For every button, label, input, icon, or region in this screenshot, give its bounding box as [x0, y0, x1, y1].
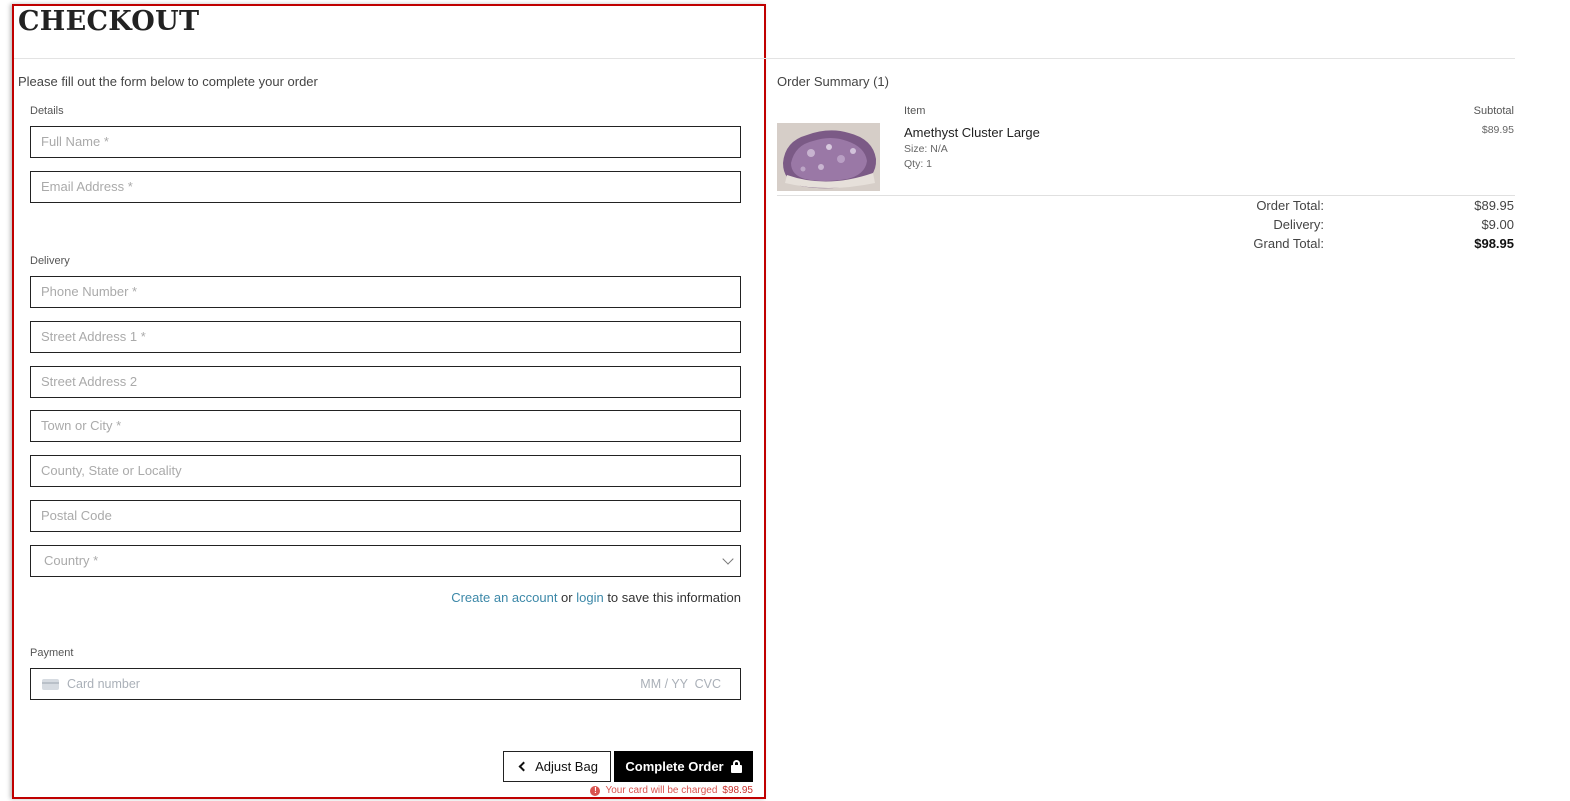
- street-address-1-input[interactable]: Street Address 1 *: [30, 321, 741, 353]
- chevron-down-icon: [722, 553, 734, 565]
- complete-order-label: Complete Order: [625, 759, 724, 774]
- country-select-value: Country *: [44, 553, 99, 568]
- save-info-suffix: to save this information: [603, 590, 741, 605]
- create-account-link[interactable]: Create an account: [451, 590, 557, 605]
- page-title: CHECKOUT: [18, 6, 200, 37]
- charge-amount: $98.95: [722, 785, 753, 796]
- grand-total-value: $98.95: [1474, 236, 1514, 251]
- county-input[interactable]: County, State or Locality: [30, 455, 741, 487]
- product-image: [777, 123, 880, 191]
- card-cvc-input[interactable]: CVC: [695, 669, 721, 699]
- order-total-label: Order Total:: [1256, 198, 1324, 213]
- complete-order-button[interactable]: Complete Order: [614, 751, 753, 782]
- checkout-intro-text: Please fill out the form below to comple…: [18, 74, 318, 89]
- grand-total-label: Grand Total:: [1253, 236, 1324, 251]
- product-subtotal: $89.95: [1481, 124, 1514, 136]
- column-header-subtotal: Subtotal: [1473, 105, 1514, 117]
- card-expiry-input[interactable]: MM / YY: [640, 669, 688, 699]
- summary-divider: [777, 195, 1515, 196]
- credit-card-icon: [42, 679, 59, 690]
- town-city-input[interactable]: Town or City *: [30, 410, 741, 442]
- header-divider: [14, 58, 1515, 59]
- card-element[interactable]: Card number MM / YY CVC: [30, 668, 741, 700]
- chevron-left-icon: [518, 761, 529, 772]
- payment-section-label: Payment: [30, 647, 74, 659]
- column-header-item: Item: [904, 105, 926, 117]
- phone-input[interactable]: Phone Number *: [30, 276, 741, 308]
- product-qty: Qty: 1: [904, 158, 933, 170]
- product-size: Size: N/A: [904, 143, 948, 155]
- charge-warning-text: Your card will be charged: [605, 785, 718, 796]
- details-section-label: Details: [30, 105, 64, 117]
- delivery-cost-label: Delivery:: [1273, 217, 1324, 232]
- login-link[interactable]: login: [576, 590, 603, 605]
- postal-code-input[interactable]: Postal Code: [30, 500, 741, 532]
- street-address-2-input[interactable]: Street Address 2: [30, 366, 741, 398]
- full-name-input[interactable]: Full Name *: [30, 126, 741, 158]
- alert-icon: !: [590, 785, 601, 796]
- order-total-value: $89.95: [1474, 198, 1514, 213]
- delivery-section-label: Delivery: [30, 255, 70, 267]
- card-number-input[interactable]: Card number: [67, 669, 140, 699]
- lock-icon: [730, 760, 742, 773]
- product-name: Amethyst Cluster Large: [904, 125, 1040, 140]
- save-info-text: Create an account or login to save this …: [451, 590, 741, 605]
- delivery-cost-value: $9.00: [1481, 217, 1514, 232]
- order-summary-title: Order Summary (1): [777, 74, 889, 89]
- email-input[interactable]: Email Address *: [30, 171, 741, 203]
- save-info-or: or: [557, 590, 577, 605]
- charge-warning: ! Your card will be charged $98.95: [590, 785, 753, 796]
- adjust-bag-label: Adjust Bag: [535, 759, 598, 774]
- adjust-bag-button[interactable]: Adjust Bag: [503, 751, 611, 782]
- country-select[interactable]: Country *: [30, 545, 741, 577]
